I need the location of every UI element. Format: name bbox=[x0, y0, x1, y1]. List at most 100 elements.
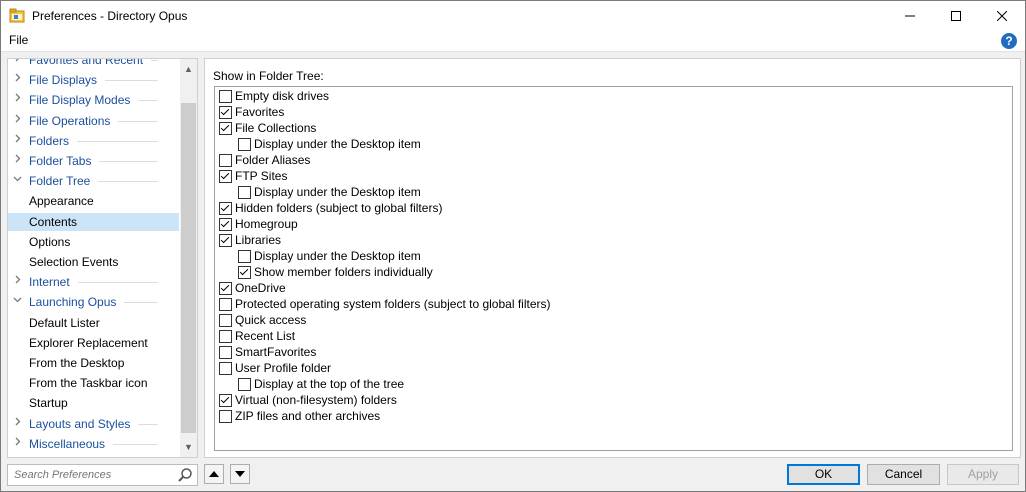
maximize-icon bbox=[951, 11, 961, 21]
option-checkbox[interactable] bbox=[238, 138, 251, 151]
tree-category[interactable]: File Display Modes bbox=[8, 91, 179, 109]
option-checkbox[interactable] bbox=[219, 154, 232, 167]
tree-subitem[interactable]: Startup bbox=[8, 394, 179, 412]
scroll-thumb[interactable] bbox=[181, 103, 196, 433]
scroll-up-icon[interactable]: ▲ bbox=[180, 61, 197, 78]
tree-category[interactable]: Layouts and Styles bbox=[8, 415, 179, 433]
tree-category-label: Folders bbox=[29, 133, 70, 148]
scroll-down-icon[interactable]: ▼ bbox=[180, 439, 197, 456]
option-checkbox[interactable] bbox=[219, 314, 232, 327]
chevron-right-icon[interactable] bbox=[13, 112, 23, 130]
option-checkbox[interactable] bbox=[238, 378, 251, 391]
preferences-window: Preferences - Directory Opus File ? Favo… bbox=[0, 0, 1026, 492]
option-label: Virtual (non-filesystem) folders bbox=[235, 393, 397, 407]
tree-category[interactable]: File Operations bbox=[8, 112, 179, 130]
tree-subitem[interactable]: From the Taskbar icon bbox=[8, 374, 179, 392]
option-checkbox[interactable] bbox=[219, 218, 232, 231]
chevron-right-icon[interactable] bbox=[13, 152, 23, 170]
tree-category[interactable]: Folders bbox=[8, 132, 179, 150]
option-checkbox[interactable] bbox=[219, 330, 232, 343]
tree-subitem[interactable]: Explorer Replacement bbox=[8, 334, 179, 352]
ok-button[interactable]: OK bbox=[787, 464, 860, 485]
close-icon bbox=[997, 11, 1007, 21]
option-checkbox[interactable] bbox=[219, 122, 232, 135]
tree-category[interactable]: Folder Tree bbox=[8, 172, 179, 190]
option-label: File Collections bbox=[235, 121, 317, 135]
move-up-button[interactable] bbox=[204, 464, 224, 484]
tree-subitem[interactable]: Default Lister bbox=[8, 314, 179, 332]
tree-category-label: Miscellaneous bbox=[29, 436, 106, 451]
search-box[interactable] bbox=[7, 464, 198, 486]
tree-subitem-label: Explorer Replacement bbox=[29, 335, 148, 350]
close-button[interactable] bbox=[979, 1, 1025, 31]
category-divider bbox=[138, 423, 158, 425]
tree-subitem[interactable]: Selection Events bbox=[8, 253, 179, 271]
category-divider bbox=[105, 80, 158, 82]
option-checkbox[interactable] bbox=[219, 362, 232, 375]
option-checkbox[interactable] bbox=[219, 410, 232, 423]
help-icon[interactable]: ? bbox=[1001, 33, 1017, 49]
chevron-right-icon[interactable] bbox=[13, 71, 23, 89]
directory-opus-icon bbox=[9, 8, 25, 23]
option-label: Favorites bbox=[235, 105, 285, 119]
tree-subitem-label: Startup bbox=[29, 396, 68, 411]
tree-category[interactable]: File Displays bbox=[8, 71, 179, 89]
minimize-button[interactable] bbox=[887, 1, 933, 31]
tree-subitem[interactable]: Appearance bbox=[8, 192, 179, 210]
chevron-right-icon[interactable] bbox=[13, 132, 23, 150]
option-label: Empty disk drives bbox=[235, 89, 330, 103]
option-checkbox[interactable] bbox=[219, 346, 232, 359]
chevron-right-icon[interactable] bbox=[13, 273, 23, 291]
tree-category[interactable]: Favorites and Recent bbox=[8, 59, 179, 69]
menu-file[interactable]: File bbox=[9, 33, 28, 47]
tree-category[interactable]: Folder Tabs bbox=[8, 152, 179, 170]
option-checkbox[interactable] bbox=[219, 170, 232, 183]
option-checkbox[interactable] bbox=[238, 266, 251, 279]
tree-subitem[interactable]: From the Desktop bbox=[8, 354, 179, 372]
move-down-button[interactable] bbox=[230, 464, 250, 484]
tree-category[interactable]: Launching Opus bbox=[8, 293, 179, 311]
option-checkbox[interactable] bbox=[219, 202, 232, 215]
tree-subitem-label: Default Lister bbox=[29, 315, 100, 330]
chevron-right-icon[interactable] bbox=[13, 415, 23, 433]
chevron-right-icon[interactable] bbox=[13, 91, 23, 109]
option-label: User Profile folder bbox=[235, 361, 332, 375]
category-divider bbox=[99, 161, 158, 162]
tree-subitem-label: Appearance bbox=[29, 194, 94, 209]
option-label: Show member folders individually bbox=[254, 265, 433, 279]
option-checkbox[interactable] bbox=[238, 186, 251, 199]
chevron-right-icon[interactable] bbox=[13, 435, 23, 453]
cancel-button[interactable]: Cancel bbox=[867, 464, 940, 485]
tree-scrollbar[interactable]: ▲ ▼ bbox=[180, 59, 197, 457]
option-checkbox[interactable] bbox=[219, 234, 232, 247]
apply-button[interactable]: Apply bbox=[947, 464, 1019, 485]
preferences-tree: Favorites and Recent File Displays File Di… bbox=[7, 58, 198, 458]
tree-subitem[interactable]: Contents bbox=[8, 212, 179, 231]
option-checkbox[interactable] bbox=[219, 394, 232, 407]
chevron-down-icon[interactable] bbox=[13, 172, 23, 190]
option-checkbox[interactable] bbox=[219, 106, 232, 119]
category-divider bbox=[124, 302, 158, 304]
option-checkbox[interactable] bbox=[219, 298, 232, 311]
tree-subitem[interactable]: Options bbox=[8, 233, 179, 251]
arrow-up-icon bbox=[209, 471, 219, 477]
chevron-down-icon[interactable] bbox=[13, 293, 23, 311]
option-checkbox[interactable] bbox=[238, 250, 251, 263]
option-label: Display at the top of the tree bbox=[254, 377, 405, 391]
arrow-down-icon bbox=[235, 471, 245, 477]
option-checkbox[interactable] bbox=[219, 282, 232, 295]
tree-category[interactable]: Internet bbox=[8, 273, 179, 291]
category-divider bbox=[78, 282, 158, 284]
option-label: Quick access bbox=[235, 313, 307, 327]
folder-tree-options-list: Empty disk drives Favorites File Collectio… bbox=[214, 86, 1013, 451]
option-checkbox[interactable] bbox=[219, 90, 232, 103]
option-label: ZIP files and other archives bbox=[235, 409, 381, 423]
search-icon[interactable] bbox=[177, 467, 193, 483]
section-label: Show in Folder Tree: bbox=[213, 69, 324, 83]
tree-category-label: File Display Modes bbox=[29, 93, 131, 108]
tree-category[interactable]: Miscellaneous bbox=[8, 435, 179, 453]
category-divider bbox=[118, 120, 158, 122]
chevron-right-icon[interactable] bbox=[13, 59, 23, 69]
search-input[interactable] bbox=[12, 466, 176, 484]
maximize-button[interactable] bbox=[933, 1, 979, 31]
